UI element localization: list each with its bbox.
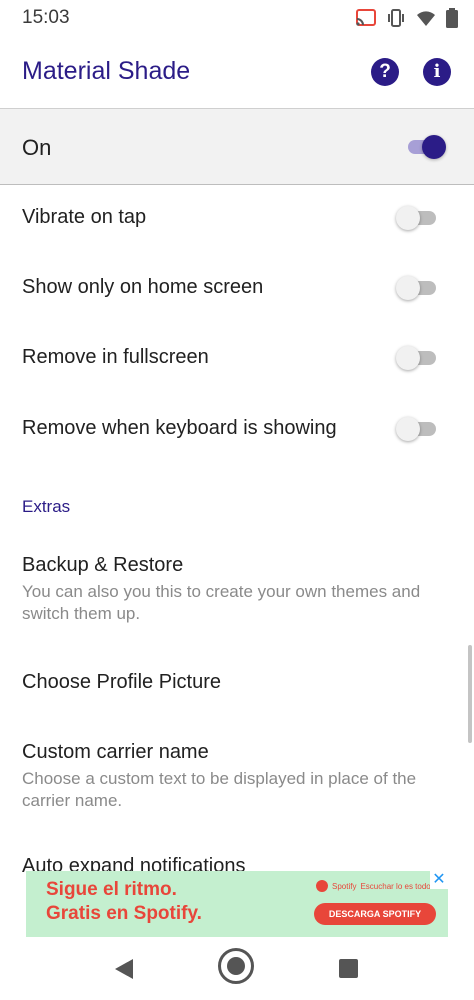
scrollbar-thumb[interactable]	[468, 645, 472, 743]
toggle-thumb	[422, 135, 446, 159]
back-icon[interactable]	[113, 958, 135, 985]
wifi-icon	[416, 9, 436, 27]
status-icons	[356, 8, 458, 28]
toggle-thumb	[396, 346, 420, 370]
system-nav-bar	[0, 938, 474, 1000]
ad-brand: Spotify Escuchar lo es todo	[316, 880, 431, 892]
close-icon[interactable]: ✕	[430, 871, 448, 889]
setting-label: Remove in fullscreen	[22, 346, 209, 368]
ad-tagline: Escuchar lo es todo	[360, 881, 431, 891]
toggle-thumb	[396, 417, 420, 441]
status-bar: 15:03	[0, 0, 474, 36]
cast-icon	[356, 9, 376, 27]
section-header-extras: Extras	[22, 497, 71, 516]
remove-keyboard-toggle[interactable]	[396, 415, 438, 441]
ad-banner[interactable]: Sigue el ritmo. Gratis en Spotify. Spoti…	[26, 871, 448, 937]
pref-summary: You can also you this to create your own…	[22, 582, 421, 623]
pref-summary: Choose a custom text to be displayed in …	[22, 769, 417, 810]
status-time: 15:03	[22, 7, 70, 28]
vibrate-icon	[386, 9, 406, 27]
master-toggle[interactable]	[404, 133, 446, 159]
vibrate-on-tap-toggle[interactable]	[396, 204, 438, 230]
battery-icon	[446, 8, 458, 28]
setting-row-vibrate-on-tap[interactable]: Vibrate on tap	[0, 183, 474, 253]
spotify-logo-icon	[316, 880, 328, 892]
ad-headline: Sigue el ritmo. Gratis en Spotify.	[46, 879, 202, 924]
help-icon[interactable]: ?	[371, 58, 399, 86]
recents-icon[interactable]	[339, 959, 358, 978]
setting-row-show-only-home[interactable]: Show only on home screen	[0, 253, 474, 323]
setting-label: Show only on home screen	[22, 276, 264, 298]
master-switch-label: On	[22, 135, 52, 160]
info-icon[interactable]: i	[423, 58, 451, 86]
remove-fullscreen-toggle[interactable]	[396, 344, 438, 370]
home-icon[interactable]	[218, 948, 254, 984]
master-switch-row[interactable]: On	[0, 109, 474, 185]
show-only-home-toggle[interactable]	[396, 274, 438, 300]
app-bar: Material Shade ? i	[0, 36, 474, 109]
ad-brand-name: Spotify	[332, 881, 357, 891]
home-icon-dot	[227, 957, 245, 975]
toggle-thumb	[396, 206, 420, 230]
setting-row-remove-keyboard[interactable]: Remove when keyboard is showing	[0, 394, 474, 464]
toggle-thumb	[396, 276, 420, 300]
pref-title: Custom carrier name	[22, 741, 209, 763]
setting-label: Remove when keyboard is showing	[22, 417, 337, 439]
app-title: Material Shade	[22, 57, 191, 85]
setting-row-remove-fullscreen[interactable]: Remove in fullscreen	[0, 323, 474, 393]
setting-label: Vibrate on tap	[22, 206, 147, 228]
pref-title: Choose Profile Picture	[22, 671, 221, 693]
pref-title: Backup & Restore	[22, 554, 184, 576]
ad-cta-button[interactable]: DESCARGA SPOTIFY	[314, 903, 436, 925]
